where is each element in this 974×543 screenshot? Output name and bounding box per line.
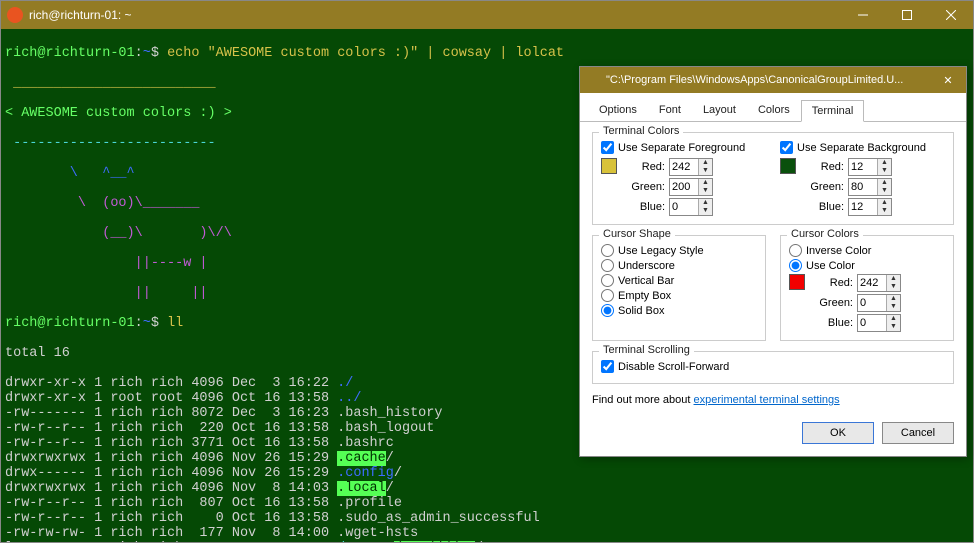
group-terminal-colors: Terminal Colors Use Separate Foreground … xyxy=(592,132,954,225)
tab-font[interactable]: Font xyxy=(648,99,692,121)
tab-layout[interactable]: Layout xyxy=(692,99,747,121)
cursor-red-input[interactable]: ▲▼ xyxy=(857,274,901,292)
group-cursor-colors: Cursor Colors Inverse ColorUse Color Red… xyxy=(780,235,954,341)
learn-more: Find out more about experimental termina… xyxy=(592,394,954,406)
ls-row: -rw-r--r-- 1 rich rich 807 Oct 16 13:58 … xyxy=(5,496,969,511)
maximize-button[interactable] xyxy=(885,1,929,29)
ls-row: drwx------ 1 rich rich 4096 Nov 26 15:29… xyxy=(5,466,969,481)
cursor-shape-empty-box[interactable]: Empty Box xyxy=(601,289,757,302)
ubuntu-icon xyxy=(7,7,23,23)
ls-row: drwxrwxrwx 1 rich rich 4096 Nov 8 14:03 … xyxy=(5,481,969,496)
disable-scroll-forward[interactable]: Disable Scroll-Forward xyxy=(601,360,945,373)
bg-red-input[interactable]: ▲▼ xyxy=(848,158,892,176)
cursor-color-use-color[interactable]: Use Color xyxy=(789,259,945,272)
ubuntu-icon xyxy=(586,73,600,87)
ls-row: lrwxrwxrwx 1 rich rich 10 Nov 12 09:02 d… xyxy=(5,541,969,542)
ok-button[interactable]: OK xyxy=(802,422,874,444)
close-button[interactable] xyxy=(929,1,973,29)
bg-blue-input[interactable]: ▲▼ xyxy=(848,198,892,216)
cursor-shape-vertical-bar[interactable]: Vertical Bar xyxy=(601,274,757,287)
fg-green-input[interactable]: ▲▼ xyxy=(669,178,713,196)
cancel-button[interactable]: Cancel xyxy=(882,422,954,444)
cursor-green-input[interactable]: ▲▼ xyxy=(857,294,901,312)
window-title: rich@richturn-01: ~ xyxy=(29,8,841,22)
dialog-titlebar[interactable]: "C:\Program Files\WindowsApps\CanonicalG… xyxy=(580,67,966,93)
minimize-button[interactable] xyxy=(841,1,885,29)
group-cursor-shape: Cursor Shape Use Legacy StyleUnderscoreV… xyxy=(592,235,766,341)
tab-colors[interactable]: Colors xyxy=(747,99,801,121)
tab-terminal[interactable]: Terminal xyxy=(801,100,865,122)
bg-swatch[interactable] xyxy=(780,158,796,174)
cursor-shape-use-legacy-style[interactable]: Use Legacy Style xyxy=(601,244,757,257)
cursor-shape-solid-box[interactable]: Solid Box xyxy=(601,304,757,317)
dialog-close-button[interactable]: ✕ xyxy=(930,74,966,87)
cursor-blue-input[interactable]: ▲▼ xyxy=(857,314,901,332)
properties-dialog: "C:\Program Files\WindowsApps\CanonicalG… xyxy=(579,66,967,457)
dialog-tabs: OptionsFontLayoutColorsTerminal xyxy=(580,93,966,121)
cursor-swatch[interactable] xyxy=(789,274,805,290)
fg-red-input[interactable]: ▲▼ xyxy=(669,158,713,176)
cursor-shape-underscore[interactable]: Underscore xyxy=(601,259,757,272)
use-sep-background[interactable]: Use Separate Background xyxy=(780,141,945,154)
cursor-color-inverse-color[interactable]: Inverse Color xyxy=(789,244,945,257)
window-controls xyxy=(841,1,973,29)
window-titlebar: rich@richturn-01: ~ xyxy=(1,1,973,29)
fg-blue-input[interactable]: ▲▼ xyxy=(669,198,713,216)
bg-green-input[interactable]: ▲▼ xyxy=(848,178,892,196)
tab-options[interactable]: Options xyxy=(588,99,648,121)
group-terminal-scrolling: Terminal Scrolling Disable Scroll-Forwar… xyxy=(592,351,954,384)
ls-row: -rw-rw-rw- 1 rich rich 177 Nov 8 14:00 .… xyxy=(5,526,969,541)
dialog-title: "C:\Program Files\WindowsApps\CanonicalG… xyxy=(606,74,930,86)
use-sep-foreground[interactable]: Use Separate Foreground xyxy=(601,141,766,154)
experimental-settings-link[interactable]: experimental terminal settings xyxy=(694,394,840,406)
ls-row: -rw-r--r-- 1 rich rich 0 Oct 16 13:58 .s… xyxy=(5,511,969,526)
fg-swatch[interactable] xyxy=(601,158,617,174)
tab-panel-terminal: Terminal Colors Use Separate Foreground … xyxy=(580,121,966,414)
